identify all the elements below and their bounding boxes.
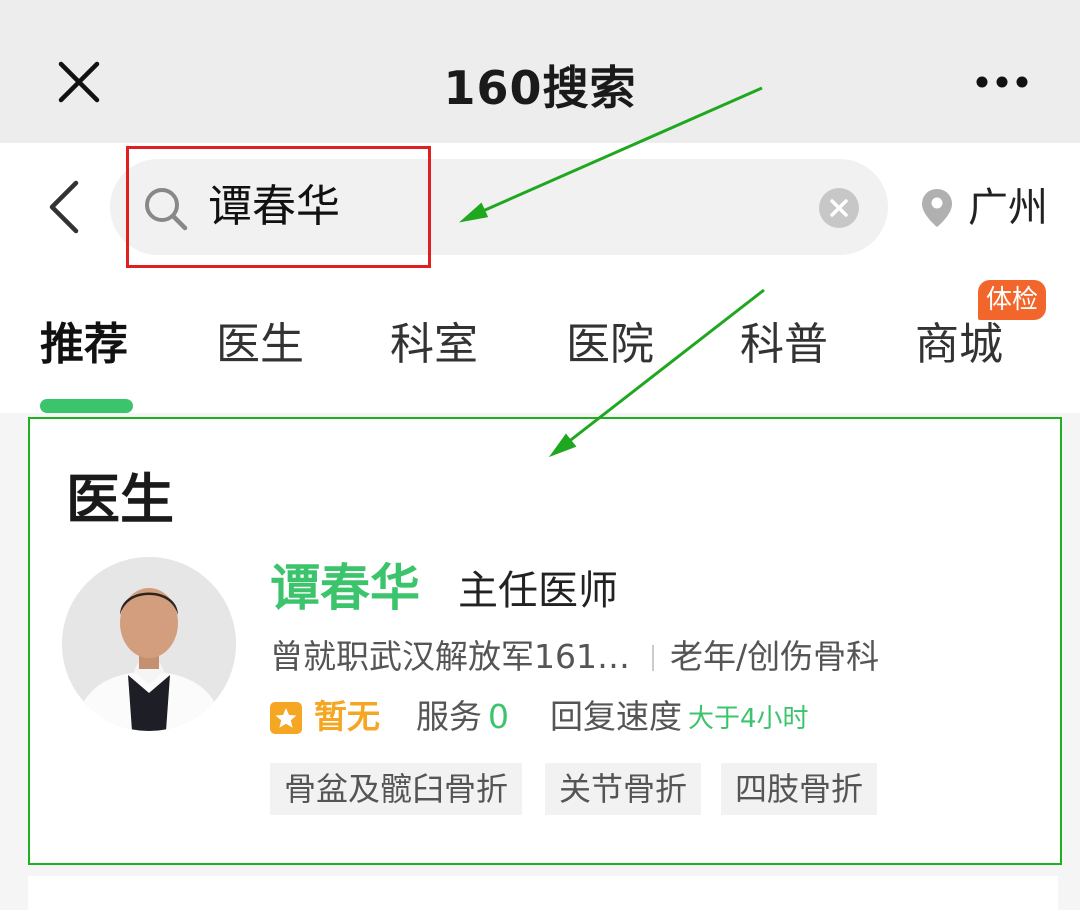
doctor-name[interactable]: 谭春华: [270, 557, 420, 619]
divider: [652, 645, 654, 671]
doctor-hospital: 曾就职武汉解放军161…: [270, 637, 630, 676]
clear-icon[interactable]: [818, 187, 860, 229]
more-icon[interactable]: [972, 72, 1032, 92]
specialty-tag[interactable]: 四肢骨折: [721, 763, 878, 815]
specialty-tag[interactable]: 骨盆及髋臼骨折: [270, 763, 523, 815]
section-heading: 医生: [66, 468, 174, 531]
active-tab-indicator: [40, 399, 133, 413]
top-bar: 160搜索: [0, 0, 1080, 143]
tab-recommend[interactable]: 推荐: [40, 317, 128, 373]
tab-doctors[interactable]: 医生: [216, 317, 304, 373]
doctor-department: 老年/创伤骨科: [670, 637, 880, 676]
tab-science[interactable]: 科普: [740, 317, 828, 373]
avatar: [62, 557, 236, 731]
next-card-edge: [28, 876, 1058, 910]
location-label: 广州: [968, 185, 1048, 231]
location-pin-icon: [922, 189, 952, 227]
star-icon: [270, 702, 302, 734]
tab-bar: 推荐 医生 科室 医院 科普 商城 体检: [0, 273, 1080, 413]
reply-speed-label: 回复速度: [550, 697, 682, 736]
back-arrow-icon[interactable]: [42, 177, 86, 237]
specialty-tag[interactable]: 关节骨折: [545, 763, 702, 815]
doctor-title: 主任医师: [458, 568, 618, 614]
tab-departments[interactable]: 科室: [390, 317, 478, 373]
service-label: 服务: [416, 697, 482, 736]
mall-badge: 体检: [978, 280, 1047, 320]
doctor-result-card[interactable]: 医生 谭春华 主任医师 曾就职武汉解放军161… 老年/创伤骨科 暂无 服务 0…: [28, 417, 1062, 865]
tab-hospitals[interactable]: 医院: [566, 317, 654, 373]
rating-value: 暂无: [314, 697, 380, 736]
service-count: 0: [488, 697, 509, 736]
tab-mall[interactable]: 商城: [915, 317, 1003, 373]
reply-speed-value: 大于4小时: [688, 704, 809, 734]
search-highlight-box: [126, 146, 431, 268]
page-title: 160搜索: [443, 61, 637, 115]
